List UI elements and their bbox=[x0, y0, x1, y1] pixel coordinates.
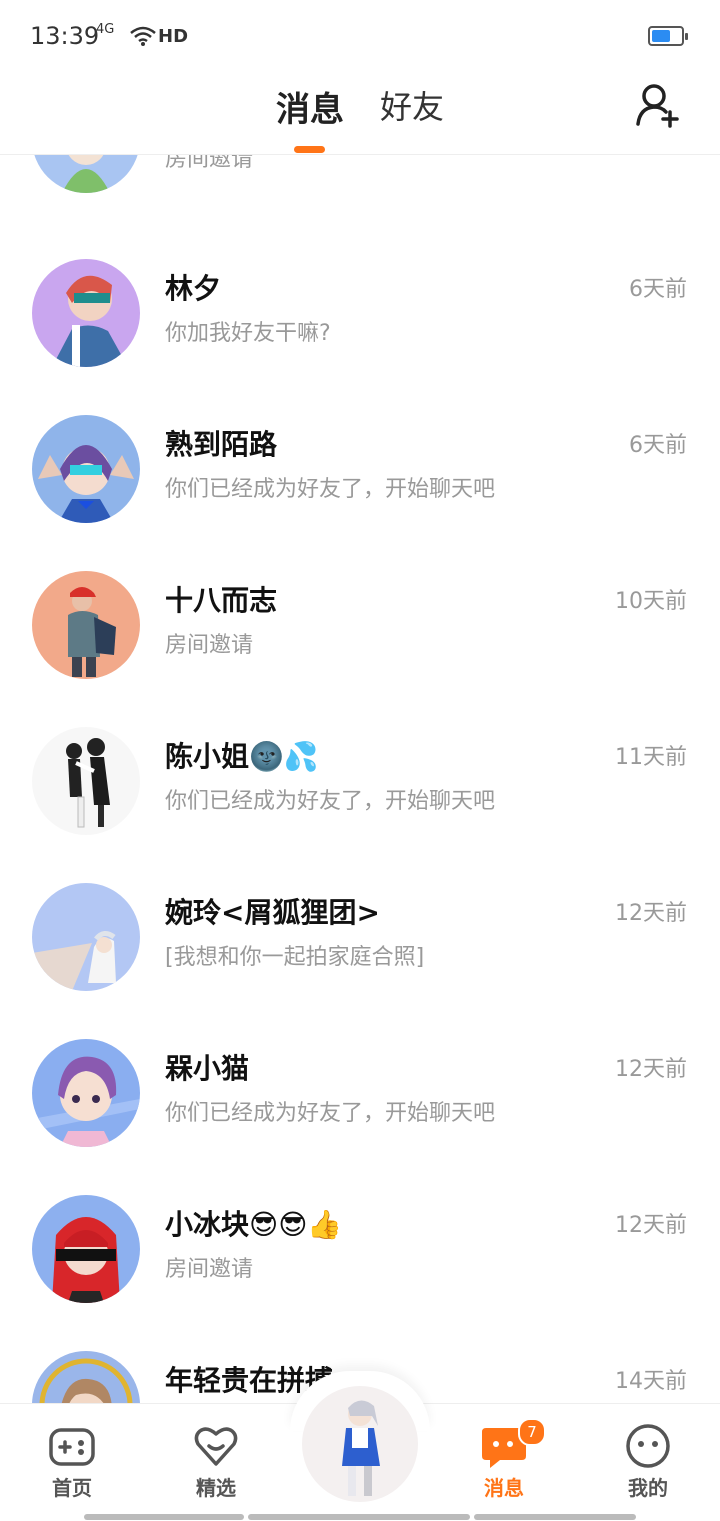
add-user-icon[interactable] bbox=[634, 80, 682, 128]
home-indicator bbox=[248, 1514, 470, 1520]
gamepad-icon bbox=[49, 1428, 95, 1466]
message-time: 6天前 bbox=[629, 277, 687, 302]
message-preview: 房间邀请 bbox=[165, 1257, 254, 1282]
tab-messages[interactable]: 消息 bbox=[276, 82, 344, 131]
message-preview: 房间邀请 bbox=[165, 633, 254, 658]
message-preview: 你们已经成为好友了，开始聊天吧 bbox=[165, 477, 496, 502]
contact-name: 婉玲<屑狐狸团> bbox=[165, 896, 380, 929]
home-indicator bbox=[474, 1514, 636, 1520]
contact-name: 小冰块😎😎👍 bbox=[165, 1208, 343, 1241]
avatar bbox=[32, 1351, 140, 1403]
message-preview: 你加我好友干嘛? bbox=[165, 321, 331, 346]
contact-name: 十八而志 bbox=[165, 584, 278, 617]
message-preview: 房间邀请 bbox=[165, 155, 254, 172]
tab-friends[interactable]: 好友 bbox=[380, 82, 444, 128]
avatar bbox=[32, 259, 140, 367]
contact-name: 熟到陌路 bbox=[165, 428, 278, 461]
status-bar: 13:39 4G HD bbox=[0, 0, 720, 70]
nav-home-label: 首页 bbox=[52, 1476, 92, 1500]
nav-profile-label: 我的 bbox=[628, 1476, 668, 1500]
hd-indicator: HD bbox=[158, 26, 189, 47]
nav-profile[interactable]: 我的 bbox=[588, 1404, 708, 1521]
list-item[interactable]: 十八而志 房间邀请 10天前 bbox=[0, 555, 720, 711]
wifi-icon bbox=[130, 26, 156, 46]
nav-featured[interactable]: 精选 bbox=[156, 1404, 276, 1521]
nav-character-avatar[interactable] bbox=[302, 1386, 418, 1502]
list-item[interactable]: 林夕 你加我好友干嘛? 6天前 bbox=[0, 243, 720, 399]
battery-icon bbox=[648, 26, 688, 46]
message-time: 6天前 bbox=[629, 433, 687, 458]
conversation-list: 房间邀请 林夕 你加我好友干嘛? 6天前 熟到陌路 你们已经成为好友了，开始聊天… bbox=[0, 155, 720, 1403]
list-item[interactable]: 槑小猫 你们已经成为好友了，开始聊天吧 12天前 bbox=[0, 1023, 720, 1179]
network-type: 4G bbox=[96, 22, 115, 37]
avatar bbox=[32, 415, 140, 523]
message-time: 14天前 bbox=[615, 1369, 687, 1394]
message-preview: 你们已经成为好友了，开始聊天吧 bbox=[165, 1101, 496, 1126]
message-preview: [我想和你一起拍家庭合照] bbox=[165, 945, 425, 970]
heart-icon bbox=[194, 1427, 238, 1466]
avatar bbox=[32, 883, 140, 991]
message-time: 12天前 bbox=[615, 1213, 687, 1238]
message-time: 11天前 bbox=[615, 745, 687, 770]
message-time: 10天前 bbox=[615, 589, 687, 614]
nav-home[interactable]: 首页 bbox=[12, 1404, 132, 1521]
list-item[interactable]: 小冰块😎😎👍 房间邀请 12天前 bbox=[0, 1179, 720, 1335]
contact-name: 槑小猫 bbox=[165, 1052, 250, 1085]
header: 消息 好友 bbox=[0, 70, 720, 155]
list-item[interactable]: 陈小姐🌚💦 你们已经成为好友了，开始聊天吧 11天前 bbox=[0, 711, 720, 867]
list-item[interactable]: 婉玲<屑狐狸团> [我想和你一起拍家庭合照] 12天前 bbox=[0, 867, 720, 1023]
status-time: 13:39 bbox=[30, 22, 100, 50]
avatar bbox=[32, 155, 140, 193]
avatar bbox=[32, 727, 140, 835]
avatar bbox=[32, 571, 140, 679]
nav-messages-label: 消息 bbox=[484, 1476, 524, 1500]
nav-messages[interactable]: 7 消息 bbox=[444, 1404, 564, 1521]
message-preview: 你们已经成为好友了，开始聊天吧 bbox=[165, 789, 496, 814]
unread-badge: 7 bbox=[518, 1418, 546, 1446]
contact-name: 陈小姐🌚💦 bbox=[165, 740, 319, 773]
contact-name: 林夕 bbox=[165, 272, 222, 305]
avatar bbox=[32, 1195, 140, 1303]
face-icon bbox=[626, 1424, 670, 1468]
avatar bbox=[32, 1039, 140, 1147]
home-indicator bbox=[84, 1514, 244, 1520]
message-time: 12天前 bbox=[615, 901, 687, 926]
list-item[interactable]: 房间邀请 bbox=[0, 155, 720, 225]
message-time: 12天前 bbox=[615, 1057, 687, 1082]
list-item[interactable]: 熟到陌路 你们已经成为好友了，开始聊天吧 6天前 bbox=[0, 399, 720, 555]
nav-featured-label: 精选 bbox=[196, 1476, 236, 1500]
tab-indicator bbox=[294, 146, 325, 153]
